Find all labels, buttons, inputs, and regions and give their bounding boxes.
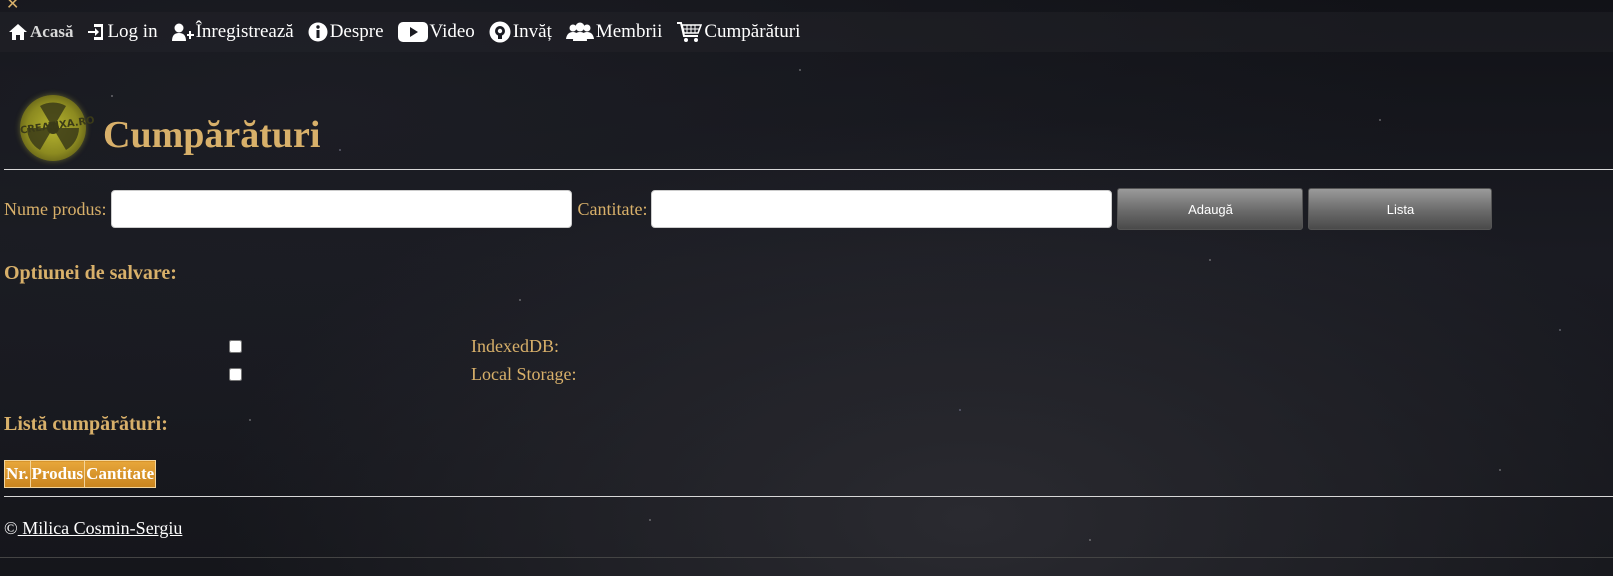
add-button[interactable]: Adaugă <box>1117 188 1304 230</box>
users-icon <box>565 22 594 42</box>
divider <box>4 496 1613 497</box>
product-name-input[interactable] <box>110 190 572 228</box>
add-user-icon <box>171 22 194 42</box>
save-options-heading: Optiunei de salvare: <box>4 262 177 284</box>
add-product-form: Nume produs: Cantitate: Adaugă Lista <box>4 188 1493 230</box>
nav-item-label: Log in <box>107 21 158 42</box>
column-header-nr: Nr. <box>4 460 31 488</box>
localstorage-label: Local Storage: <box>471 364 577 384</box>
indexeddb-label: IndexedDB: <box>471 336 559 356</box>
quantity-input[interactable] <box>651 190 1113 228</box>
copyright-symbol: © <box>4 518 18 538</box>
nav-item-label: Video <box>429 21 475 42</box>
nav-item-home[interactable]: Acasă <box>8 22 73 42</box>
footer: © Milica Cosmin-Sergiu <box>4 518 182 539</box>
column-header-quantity: Cantitate <box>84 460 157 488</box>
shopping-list-heading: Listă cumpărături: <box>4 413 168 435</box>
nav-item-learn[interactable]: Invăț <box>489 21 552 43</box>
login-icon <box>87 22 105 42</box>
column-header-product: Produs <box>29 460 86 488</box>
product-name-label: Nume produs: <box>4 198 107 219</box>
site-logo: CREATIXA.RO <box>20 95 95 161</box>
nav-item-label: Membrii <box>595 21 663 42</box>
nav-item-members[interactable]: Membrii <box>565 21 663 43</box>
option-localstorage: Local Storage: <box>229 364 576 385</box>
nav-item-register[interactable]: Înregistrează <box>171 21 294 43</box>
table-header-row: Nr. Produs Cantitate <box>4 460 157 488</box>
page-title: Cumpărături <box>103 114 321 156</box>
nav-item-shopping[interactable]: Cumpărături <box>676 21 800 43</box>
learn-icon <box>489 21 511 43</box>
list-button[interactable]: Lista <box>1308 188 1493 230</box>
nav-item-video[interactable]: Video <box>397 21 475 43</box>
main-nav: Acasă Log in Înregistrează Despre Video … <box>0 12 1613 52</box>
shopping-list-table: Nr. Produs Cantitate <box>4 460 157 488</box>
quantity-label: Cantitate: <box>577 198 648 219</box>
info-icon <box>308 22 328 42</box>
cart-icon <box>676 21 703 43</box>
nav-item-about[interactable]: Despre <box>308 21 384 43</box>
home-icon <box>8 23 28 41</box>
divider <box>0 557 1613 558</box>
nav-item-label: Despre <box>329 21 384 42</box>
nav-item-login[interactable]: Log in <box>87 21 158 43</box>
youtube-icon <box>397 22 428 42</box>
nav-item-label: Cumpărături <box>704 21 801 42</box>
nav-item-label: Înregistrează <box>195 21 294 42</box>
option-indexeddb: IndexedDB: <box>229 336 559 357</box>
localstorage-checkbox[interactable] <box>229 368 242 381</box>
nav-item-label: Acasă <box>30 22 74 41</box>
author-link[interactable]: Milica Cosmin-Sergiu <box>18 518 182 538</box>
nav-item-label: Invăț <box>512 21 552 42</box>
divider <box>4 169 1613 170</box>
indexeddb-checkbox[interactable] <box>229 340 242 353</box>
